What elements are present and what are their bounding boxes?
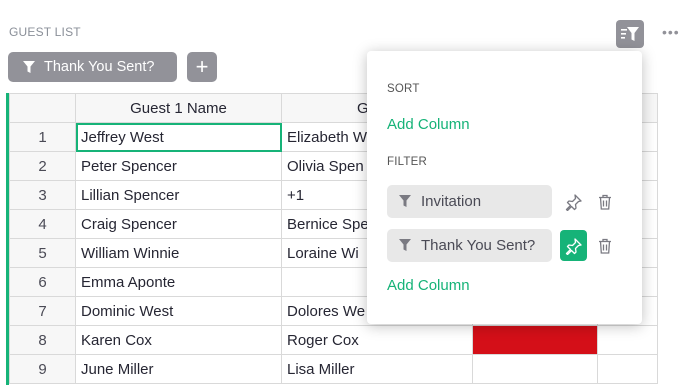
row-number[interactable]: 6	[9, 267, 76, 297]
row-number[interactable]: 5	[9, 238, 76, 268]
row-number[interactable]: 8	[9, 325, 76, 355]
cell[interactable]	[472, 354, 598, 384]
filter-bar-pill[interactable]: Thank You Sent?	[8, 52, 177, 82]
more-options-button[interactable]: •••	[662, 24, 680, 40]
trash-icon	[599, 238, 611, 254]
corner-cell[interactable]	[9, 93, 76, 123]
row-number[interactable]: 3	[9, 180, 76, 210]
cell-guest1[interactable]: June Miller	[75, 354, 282, 384]
cell-highlighted-red[interactable]	[472, 325, 598, 355]
filter-icon	[23, 60, 35, 73]
sort-section-label: SORT	[387, 83, 420, 95]
filter-pill-thank-you-sent[interactable]: Thank You Sent?	[387, 229, 552, 262]
row-number[interactable]: 2	[9, 151, 76, 181]
cell[interactable]	[597, 325, 658, 355]
delete-filter-button[interactable]	[595, 186, 615, 217]
cell[interactable]	[597, 354, 658, 384]
section-title: GUEST LIST	[9, 25, 81, 39]
filter-pill-label: Thank You Sent?	[421, 237, 536, 254]
filter-icon	[399, 239, 411, 251]
filter-pill-invitation[interactable]: Invitation	[387, 185, 552, 218]
more-icon: •••	[662, 24, 680, 40]
cell-guest1[interactable]: Peter Spencer	[75, 151, 282, 181]
row-number[interactable]: 7	[9, 296, 76, 326]
cell-guest1[interactable]: Karen Cox	[75, 325, 282, 355]
cell-guest2[interactable]: Lisa Miller	[281, 354, 473, 384]
table-row: 8 Karen Cox Roger Cox	[9, 325, 658, 355]
filter-pill-label: Invitation	[421, 193, 482, 210]
filter-icon	[399, 195, 411, 207]
row-number[interactable]: 4	[9, 209, 76, 239]
column-header-guest1[interactable]: Guest 1 Name	[75, 93, 282, 123]
sort-add-column-link[interactable]: Add Column	[387, 116, 470, 133]
row-number[interactable]: 9	[9, 354, 76, 384]
pin-filter-button-active[interactable]	[560, 230, 587, 261]
cell-guest1[interactable]: Lillian Spencer	[75, 180, 282, 210]
add-filter-button[interactable]: +	[187, 52, 217, 82]
cell-guest1[interactable]: Jeffrey West	[75, 122, 282, 152]
sort-filter-icon	[621, 27, 639, 41]
pin-filter-button[interactable]	[560, 186, 587, 217]
table-row: 9 June Miller Lisa Miller	[9, 354, 658, 384]
filter-add-column-link[interactable]: Add Column	[387, 277, 470, 294]
plus-icon: +	[195, 54, 209, 79]
filter-bar-pill-label: Thank You Sent?	[44, 59, 155, 75]
sort-filter-button[interactable]	[616, 20, 644, 48]
cell-guest1[interactable]: Craig Spencer	[75, 209, 282, 239]
cell-guest1[interactable]: Emma Aponte	[75, 267, 282, 297]
pin-icon	[565, 193, 582, 211]
sort-filter-popup: SORT Add Column FILTER Invitation Thank …	[367, 51, 642, 324]
pin-icon	[565, 237, 582, 255]
cell-guest2[interactable]: Roger Cox	[281, 325, 473, 355]
trash-icon	[599, 194, 611, 210]
row-number[interactable]: 1	[9, 122, 76, 152]
delete-filter-button[interactable]	[595, 230, 615, 261]
filter-section-label: FILTER	[387, 156, 427, 168]
cell-guest1[interactable]: William Winnie	[75, 238, 282, 268]
cell-guest1[interactable]: Dominic West	[75, 296, 282, 326]
